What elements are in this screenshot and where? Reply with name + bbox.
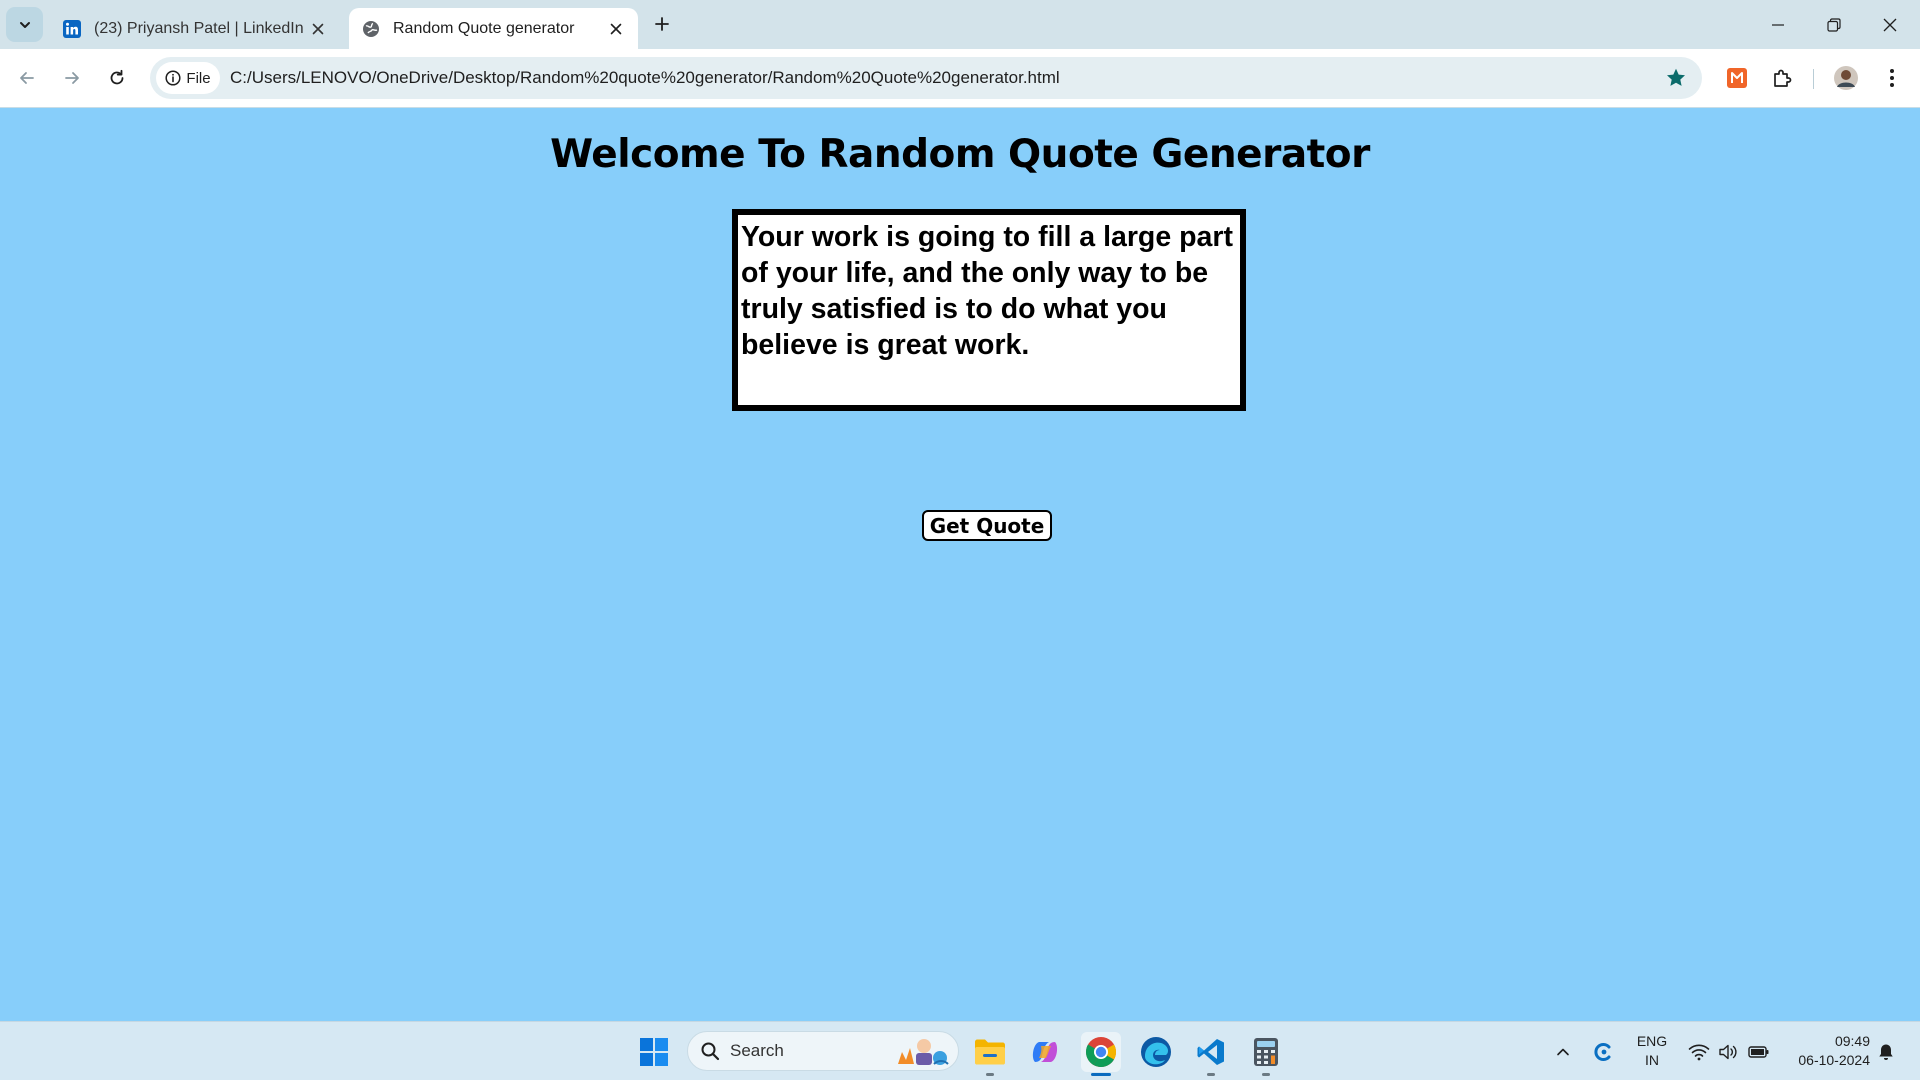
extensions-button[interactable] [1765, 61, 1799, 95]
more-vertical-icon [1890, 69, 1894, 87]
clock-time: 09:49 [1834, 1033, 1870, 1049]
profile-avatar[interactable] [1829, 61, 1863, 95]
search-icon [701, 1042, 720, 1061]
taskbar-vscode[interactable] [1191, 1032, 1231, 1076]
calculator-icon [1254, 1038, 1278, 1066]
tray-app-icon [1594, 1042, 1611, 1061]
notifications-button[interactable] [1874, 1022, 1898, 1080]
arrow-right-icon [65, 72, 79, 84]
toolbar-divider [1813, 69, 1814, 89]
get-quote-button[interactable]: Get Quote [922, 510, 1052, 541]
copilot-icon [1032, 1042, 1058, 1062]
tray-app[interactable] [1588, 1022, 1618, 1080]
close-icon[interactable] [602, 15, 630, 43]
taskbar-search[interactable]: Search [687, 1031, 959, 1071]
bookmark-star-icon[interactable] [1664, 66, 1688, 90]
mybucket-extension-icon [1727, 68, 1747, 88]
reload-icon [110, 69, 124, 85]
show-hidden-icons-button[interactable] [1550, 1022, 1576, 1080]
app-running-indicator [1207, 1073, 1215, 1076]
reload-button[interactable] [100, 61, 134, 95]
chrome-icon [1086, 1037, 1116, 1068]
address-bar[interactable]: File C:/Users/LENOVO/OneDrive/Desktop/Ra… [150, 57, 1702, 99]
vscode-icon [1197, 1039, 1224, 1065]
taskbar-chrome[interactable] [1081, 1032, 1121, 1076]
app-running-indicator [1262, 1073, 1270, 1076]
taskbar-calculator[interactable] [1246, 1032, 1286, 1076]
battery-icon [1748, 1045, 1769, 1058]
linkedin-icon [62, 19, 82, 39]
arrow-left-icon [20, 72, 34, 84]
quote-box: Your work is going to fill a large part … [732, 209, 1246, 411]
tab-random-quote[interactable]: Random Quote generator [349, 8, 638, 49]
edge-icon [1141, 1037, 1171, 1067]
taskbar-edge[interactable] [1136, 1032, 1176, 1072]
restore-icon [1827, 17, 1841, 32]
close-icon[interactable] [304, 15, 332, 43]
extension-m-button[interactable] [1720, 61, 1754, 95]
site-chip-label: File [186, 69, 211, 87]
clock-date: 06-10-2024 [1798, 1052, 1870, 1068]
taskbar-file-explorer[interactable] [970, 1032, 1010, 1076]
avatar-icon [1834, 66, 1858, 90]
app-running-indicator [986, 1073, 994, 1076]
minimize-icon [1772, 23, 1784, 26]
start-button[interactable] [634, 1032, 674, 1072]
tab-title: (23) Priyansh Patel | LinkedIn [94, 19, 304, 37]
back-button[interactable] [10, 61, 44, 95]
search-highlight-icon [898, 1039, 949, 1065]
new-tab-button[interactable] [648, 10, 676, 38]
close-icon [1883, 18, 1897, 31]
volume-icon [1719, 1044, 1737, 1059]
tab-linkedin[interactable]: (23) Priyansh Patel | LinkedIn [50, 8, 340, 49]
search-label: Search [730, 1041, 784, 1060]
browser-menu-button[interactable] [1875, 61, 1909, 95]
chevron-down-icon [19, 21, 30, 28]
browser-toolbar: File C:/Users/LENOVO/OneDrive/Desktop/Ra… [0, 49, 1920, 108]
forward-button[interactable] [55, 61, 89, 95]
folder-icon [975, 1039, 1005, 1065]
quote-text: Your work is going to fill a large part … [741, 221, 1233, 361]
page-viewport: Welcome To Random Quote Generator Your w… [0, 108, 1920, 1021]
quick-settings-button[interactable] [1684, 1022, 1774, 1080]
windows-logo-icon [640, 1038, 668, 1066]
bell-icon [1879, 1044, 1893, 1060]
wifi-icon [1688, 1044, 1710, 1060]
language-indicator[interactable]: ENG IN [1632, 1032, 1672, 1070]
taskbar-clock[interactable]: 09:49 06-10-2024 [1778, 1032, 1870, 1070]
taskbar-copilot[interactable] [1025, 1032, 1065, 1072]
page-title: Welcome To Random Quote Generator [550, 132, 1370, 177]
taskbar: Search ENG IN 09:49 06-10-2024 [0, 1021, 1920, 1080]
close-window-button[interactable] [1862, 0, 1918, 49]
globe-icon [361, 19, 381, 39]
region-code: IN [1645, 1052, 1659, 1068]
restore-button[interactable] [1806, 0, 1862, 49]
app-active-indicator [1091, 1073, 1111, 1076]
language-code: ENG [1636, 1033, 1668, 1049]
tab-title: Random Quote generator [393, 19, 575, 37]
site-info-chip[interactable]: File [156, 62, 220, 94]
tab-search-button[interactable] [6, 7, 43, 42]
url-text[interactable]: C:/Users/LENOVO/OneDrive/Desktop/Random%… [230, 57, 1060, 99]
tab-strip: (23) Priyansh Patel | LinkedIn Random Qu… [0, 0, 1920, 49]
plus-icon [655, 17, 669, 31]
minimize-button[interactable] [1750, 0, 1806, 49]
info-icon [165, 70, 181, 86]
puzzle-icon [1774, 69, 1792, 87]
chevron-up-icon [1557, 1048, 1569, 1055]
